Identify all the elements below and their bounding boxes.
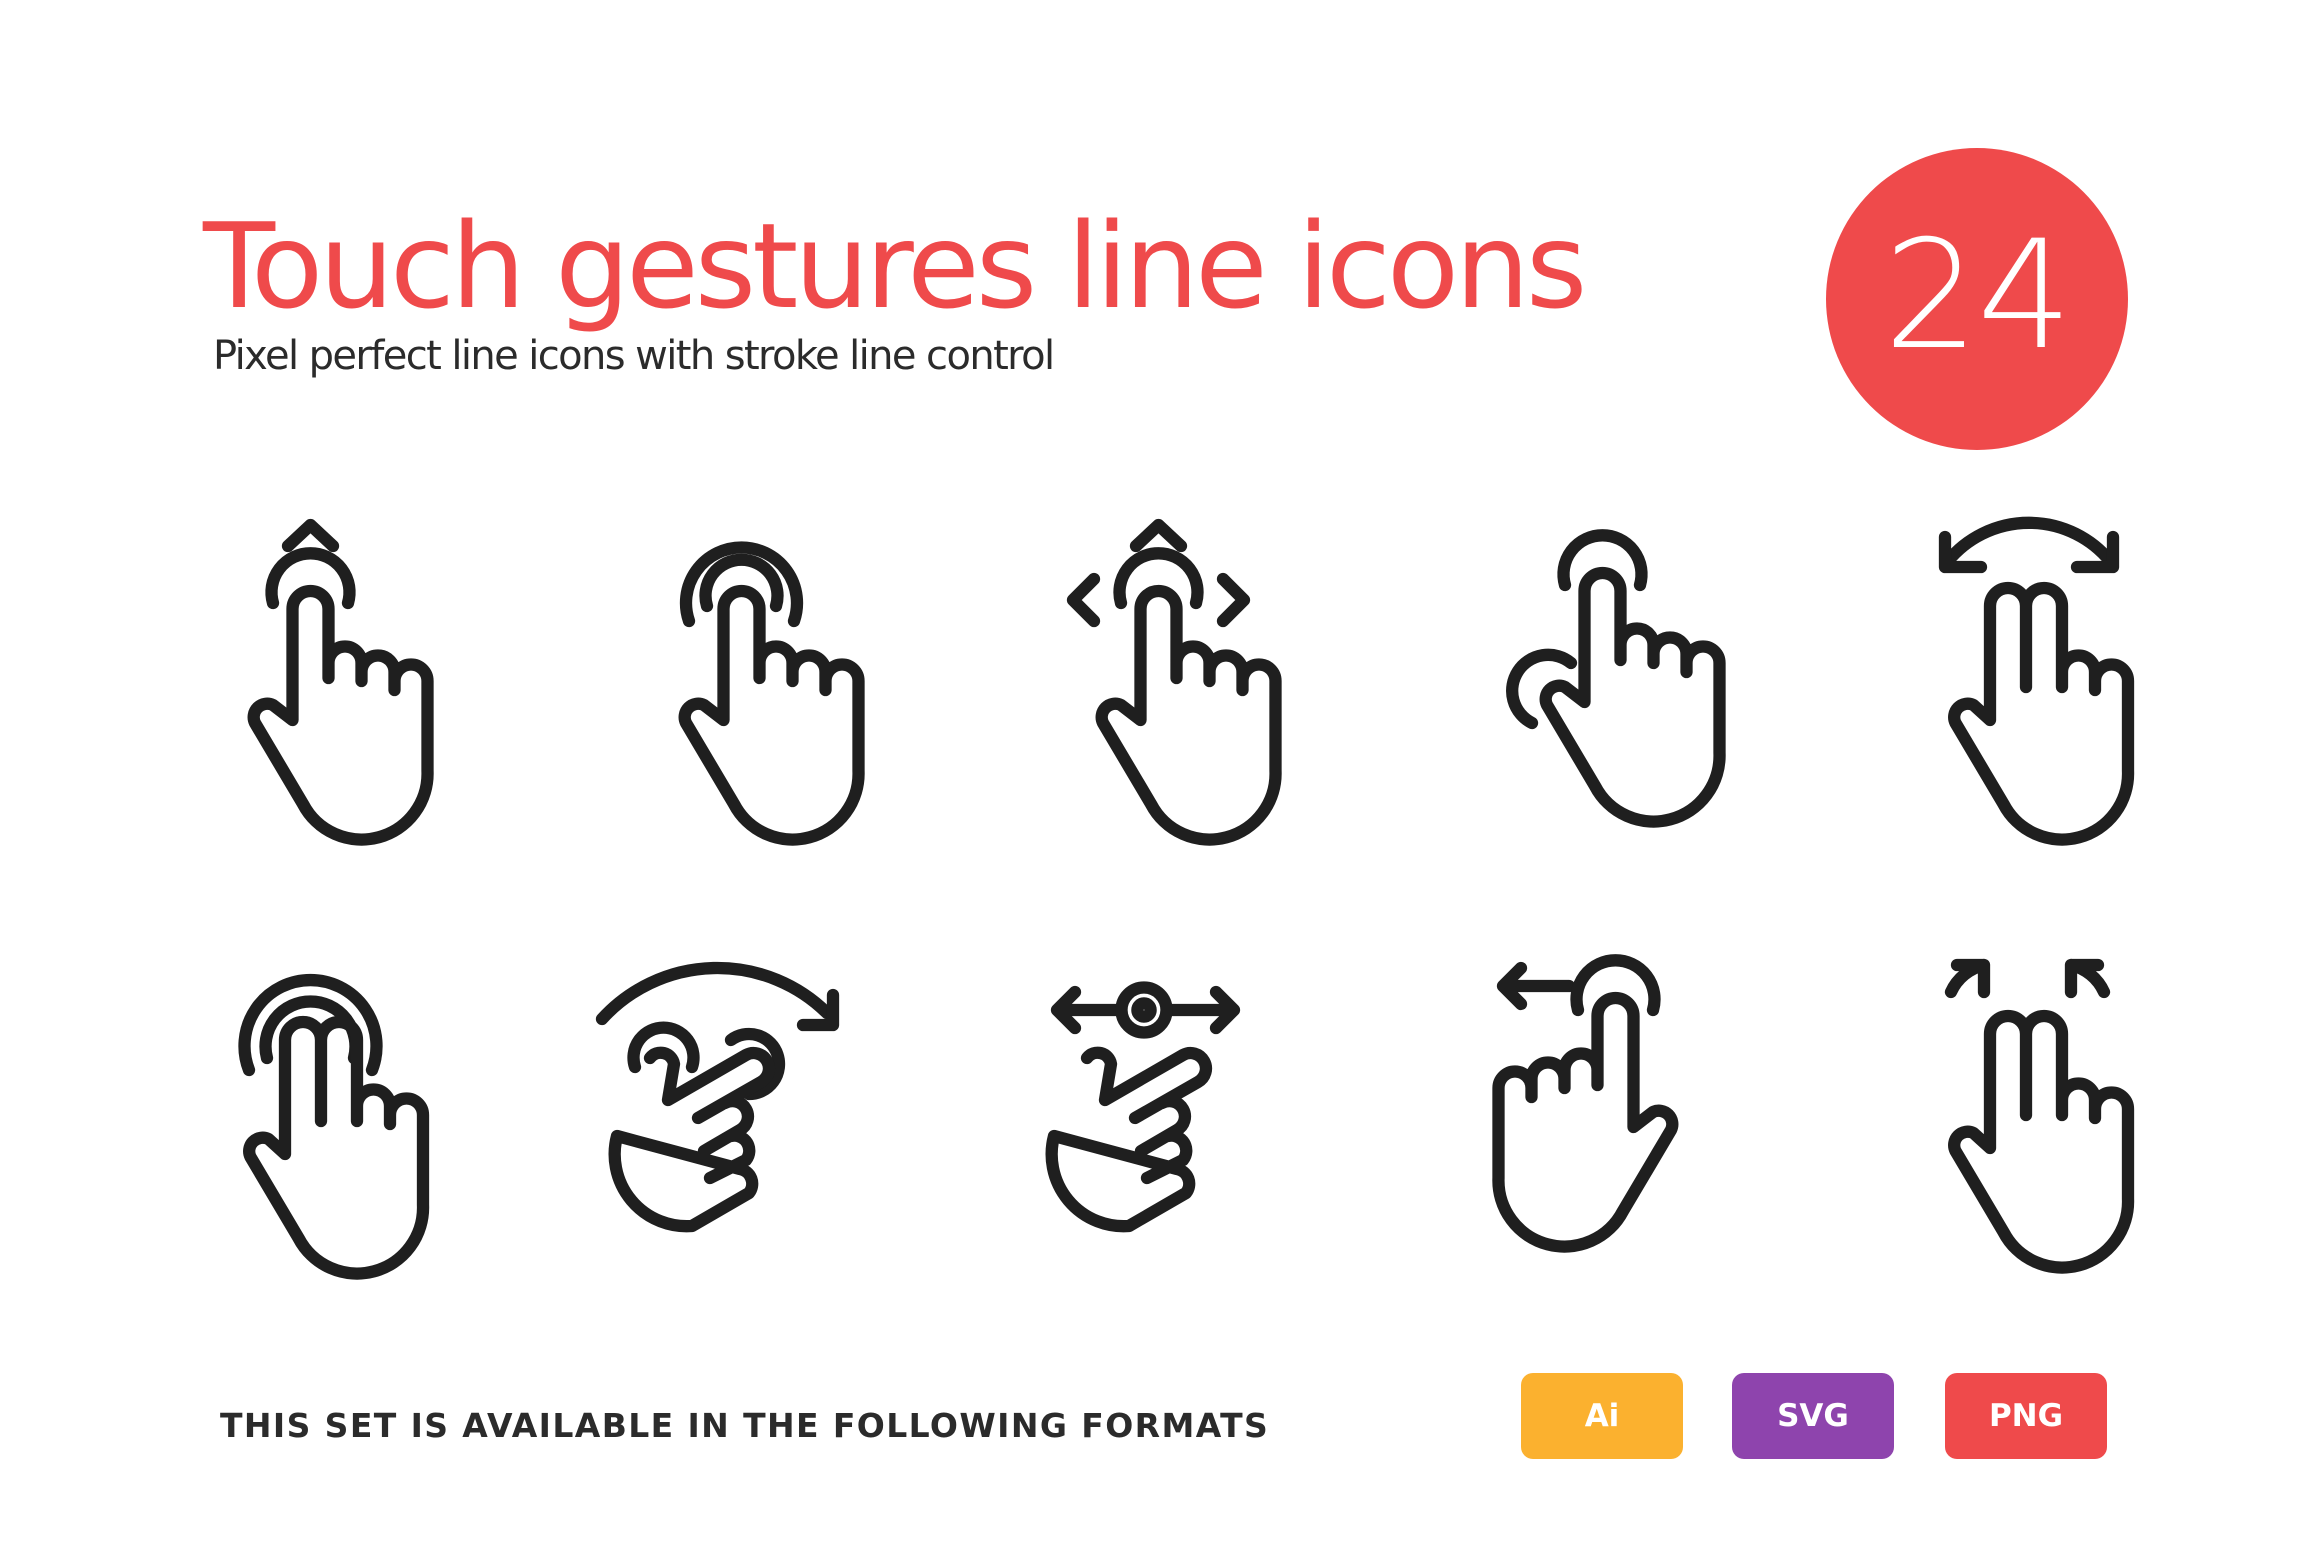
icon-cell[interactable] — [1034, 518, 1334, 852]
left-chevron-icon — [1066, 572, 1101, 628]
icon-cell[interactable] — [617, 522, 917, 852]
up-chevron-icon — [1129, 518, 1188, 553]
hand-outline — [678, 584, 865, 846]
swipe-left-gesture-icon — [1492, 954, 1679, 1253]
touch-point-outer — [1115, 981, 1173, 1039]
page-subtitle: Pixel perfect line icons with stroke lin… — [213, 333, 1055, 379]
icon-cell[interactable] — [590, 950, 890, 1280]
icon-cell[interactable] — [1030, 950, 1330, 1280]
drag-all-directions-gesture-icon — [1066, 518, 1282, 846]
icon-cell[interactable] — [1470, 950, 1770, 1280]
swipe-up-gesture-icon — [247, 518, 434, 846]
hand-outline — [608, 1046, 776, 1233]
hand-outline — [1095, 584, 1282, 846]
icon-cell[interactable] — [1475, 522, 1775, 852]
tap-and-hold-rotate-gesture-icon — [1506, 529, 1726, 828]
inner-ripple-arc — [699, 553, 784, 613]
format-badge-svg[interactable]: SVG — [1732, 1373, 1894, 1459]
hand-outline — [1492, 991, 1679, 1253]
icon-cell[interactable] — [1900, 950, 2200, 1280]
format-badge-ai[interactable]: Ai — [1521, 1373, 1683, 1459]
icon-cell[interactable] — [186, 950, 486, 1280]
format-badge-png[interactable]: PNG — [1945, 1373, 2107, 1459]
two-finger-double-tap-gesture-icon — [238, 973, 430, 1280]
hand-outline — [247, 584, 434, 846]
hand-outline — [243, 1015, 430, 1280]
horizontal-scroll-gesture-icon — [1045, 981, 1241, 1233]
page-title: Touch gestures line icons — [203, 197, 1587, 336]
left-spread-arrow — [1944, 958, 1991, 999]
right-spread-arrow — [2064, 958, 2111, 999]
icon-count-value: 24 — [1883, 209, 2073, 383]
curved-arrow-arc — [1941, 516, 2117, 568]
hand-outline — [1539, 566, 1726, 828]
icon-cell[interactable] — [1900, 516, 2200, 852]
right-chevron-icon — [1216, 572, 1251, 628]
hand-outline — [1948, 1009, 2135, 1274]
left-arrow — [1496, 961, 1576, 1011]
two-finger-spread-gesture-icon — [1944, 958, 2135, 1274]
icon-count-badge: 24 — [1826, 148, 2128, 450]
hand-outline — [1948, 581, 2135, 846]
icon-cell[interactable] — [186, 518, 486, 852]
two-finger-rotate-clockwise-gesture-icon — [595, 961, 840, 1233]
formats-label: THIS SET IS AVAILABLE IN THE FOLLOWING F… — [220, 1406, 1270, 1445]
double-tap-gesture-icon — [678, 541, 865, 846]
up-chevron-icon — [281, 518, 340, 553]
two-finger-rotate-gesture-icon — [1938, 516, 2135, 846]
clockwise-arrow-arc — [595, 961, 834, 1026]
hand-outline — [1045, 1046, 1213, 1233]
